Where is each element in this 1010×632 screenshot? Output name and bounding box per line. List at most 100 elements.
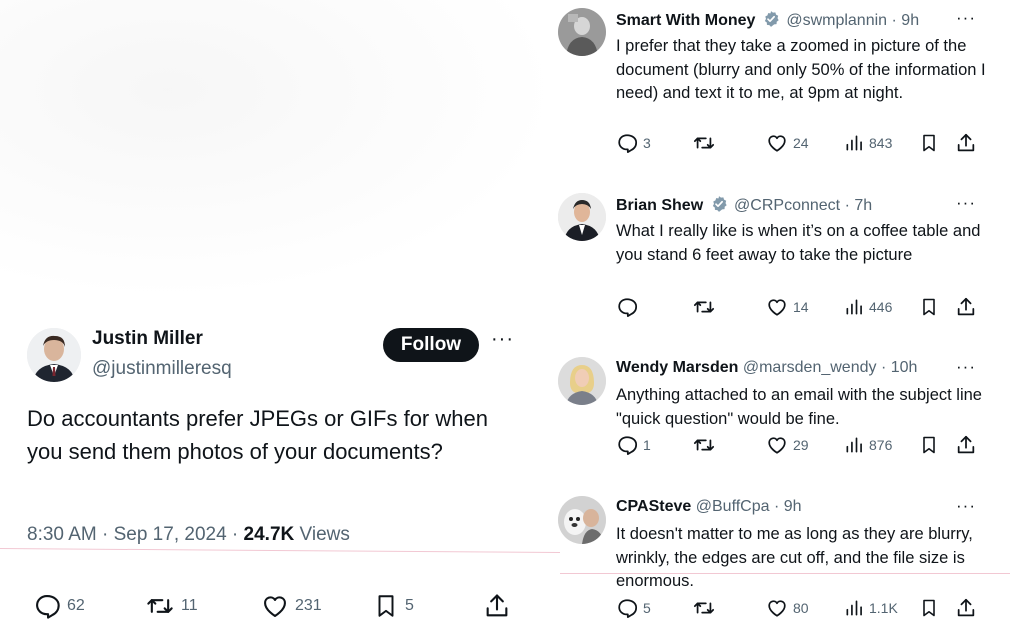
reply-count: 5 — [643, 600, 651, 616]
person-avatar-image — [558, 496, 606, 544]
scan-background — [0, 0, 560, 300]
more-options-icon[interactable]: ··· — [491, 328, 514, 351]
bookmark-button[interactable] — [919, 597, 939, 619]
avatar[interactable] — [558, 496, 606, 544]
reply-header: CPASteve @BuffCpa · 9h — [616, 498, 956, 516]
avatar[interactable] — [27, 328, 81, 382]
reply-count: 1 — [643, 437, 651, 453]
bookmark-icon — [923, 599, 935, 617]
reply-author-name[interactable]: Smart With Money — [616, 12, 755, 29]
heart-icon — [768, 299, 786, 316]
reply-time[interactable]: · 10h — [881, 359, 917, 376]
views-button[interactable]: 876 — [844, 434, 892, 456]
reply-text: It doesn't matter to me as long as they … — [616, 525, 973, 590]
reply-header: Smart With Money @swmplannin · 9h — [616, 10, 956, 30]
share-upload-icon — [957, 598, 975, 617]
more-options-icon[interactable]: ··· — [956, 8, 976, 28]
heart-icon — [768, 600, 786, 617]
avatar[interactable] — [558, 8, 606, 56]
like-count: 29 — [793, 437, 809, 453]
reply-time[interactable]: · 9h — [892, 12, 920, 29]
scan-line — [0, 548, 560, 553]
bookmark-button[interactable] — [919, 434, 939, 456]
bookmark-button[interactable] — [919, 132, 939, 154]
reply-action-bar: 5 80 1.1K — [616, 597, 986, 621]
retweet-button[interactable]: 11 — [145, 592, 198, 620]
author-handle[interactable]: @justinmilleresq — [92, 358, 232, 380]
share-button[interactable] — [483, 592, 511, 620]
share-button[interactable] — [955, 597, 977, 619]
reply-time[interactable]: · 7h — [845, 197, 873, 214]
reply-button[interactable]: 62 — [33, 592, 85, 620]
reply-author-name[interactable]: Brian Shew — [616, 197, 703, 214]
more-options-icon[interactable]: ··· — [956, 496, 976, 516]
views-count: 876 — [869, 437, 893, 453]
avatar[interactable] — [558, 357, 606, 405]
bookmark-button[interactable]: 5 — [373, 592, 414, 620]
retweet-count: 11 — [181, 597, 198, 614]
views-button[interactable]: 1.1K — [844, 597, 898, 619]
bookmark-count: 5 — [405, 597, 414, 614]
author-name[interactable]: Justin Miller — [92, 328, 203, 350]
reply-author-handle[interactable]: @BuffCpa — [696, 498, 770, 515]
like-button[interactable]: 24 — [766, 132, 809, 154]
person-avatar-image — [27, 328, 81, 382]
like-button[interactable]: 29 — [766, 434, 809, 456]
bar-chart-icon — [846, 437, 862, 453]
reply-count: 62 — [67, 597, 85, 614]
reply-time[interactable]: · 9h — [774, 498, 802, 515]
reply-button[interactable]: 3 — [616, 132, 651, 154]
reply-author-handle[interactable]: @CRPconnect — [734, 197, 840, 214]
retweet-button[interactable] — [692, 296, 721, 318]
bookmark-icon — [923, 298, 935, 316]
speech-bubble-icon — [618, 298, 638, 318]
bookmark-icon — [378, 595, 394, 617]
reply-action-bar: 1 29 876 — [616, 434, 986, 458]
verified-badge-icon — [764, 11, 779, 27]
reply-author-name[interactable]: CPASteve — [616, 498, 691, 515]
retweet-button[interactable] — [692, 597, 721, 619]
retweet-button[interactable] — [692, 434, 721, 456]
retweet-arrows-icon — [693, 602, 715, 614]
views-label: Views — [299, 524, 350, 545]
views-button[interactable]: 843 — [844, 132, 892, 154]
like-button[interactable]: 80 — [766, 597, 809, 619]
timestamp[interactable]: 8:30 AM · Sep 17, 2024 · — [27, 524, 244, 545]
like-button[interactable]: 14 — [766, 296, 809, 318]
like-count: 14 — [793, 299, 809, 315]
share-button[interactable] — [955, 434, 977, 456]
share-button[interactable] — [955, 296, 977, 318]
reply-button[interactable] — [616, 296, 643, 318]
heart-icon — [264, 596, 286, 617]
reply-author-handle[interactable]: @swmplannin — [786, 12, 887, 29]
reply-author-name[interactable]: Wendy Marsden — [616, 359, 738, 376]
verified-badge-icon — [712, 196, 727, 212]
share-upload-icon — [957, 435, 975, 454]
reply-author-handle[interactable]: @marsden_wendy — [743, 359, 877, 376]
follow-button[interactable]: Follow — [383, 328, 479, 362]
views-count: 24.7K — [243, 524, 295, 545]
heart-icon — [768, 135, 786, 152]
bar-chart-icon — [846, 299, 862, 315]
reply-text: I prefer that they take a zoomed in pict… — [616, 37, 986, 102]
avatar[interactable] — [558, 193, 606, 241]
like-button[interactable]: 231 — [261, 592, 322, 620]
reply-button[interactable]: 5 — [616, 597, 651, 619]
tweet-meta: 8:30 AM · Sep 17, 2024 · 24.7K Views — [27, 524, 350, 546]
reply-action-bar: 14 446 — [616, 296, 986, 320]
more-options-icon[interactable]: ··· — [956, 357, 976, 377]
speech-bubble-icon — [36, 595, 60, 619]
retweet-button[interactable] — [692, 132, 721, 154]
action-bar: 62 11 231 5 — [33, 592, 513, 622]
reply-text: What I really like is when it’s on a cof… — [616, 222, 981, 264]
views-button[interactable]: 446 — [844, 296, 892, 318]
retweet-arrows-icon — [147, 599, 173, 613]
like-count: 80 — [793, 600, 809, 616]
share-button[interactable] — [955, 132, 977, 154]
tweet-text: Do accountants prefer JPEGs or GIFs for … — [27, 406, 488, 464]
reply-button[interactable]: 1 — [616, 434, 651, 456]
bar-chart-icon — [846, 135, 862, 151]
bookmark-button[interactable] — [919, 296, 939, 318]
retweet-arrows-icon — [693, 137, 715, 149]
more-options-icon[interactable]: ··· — [956, 193, 976, 213]
